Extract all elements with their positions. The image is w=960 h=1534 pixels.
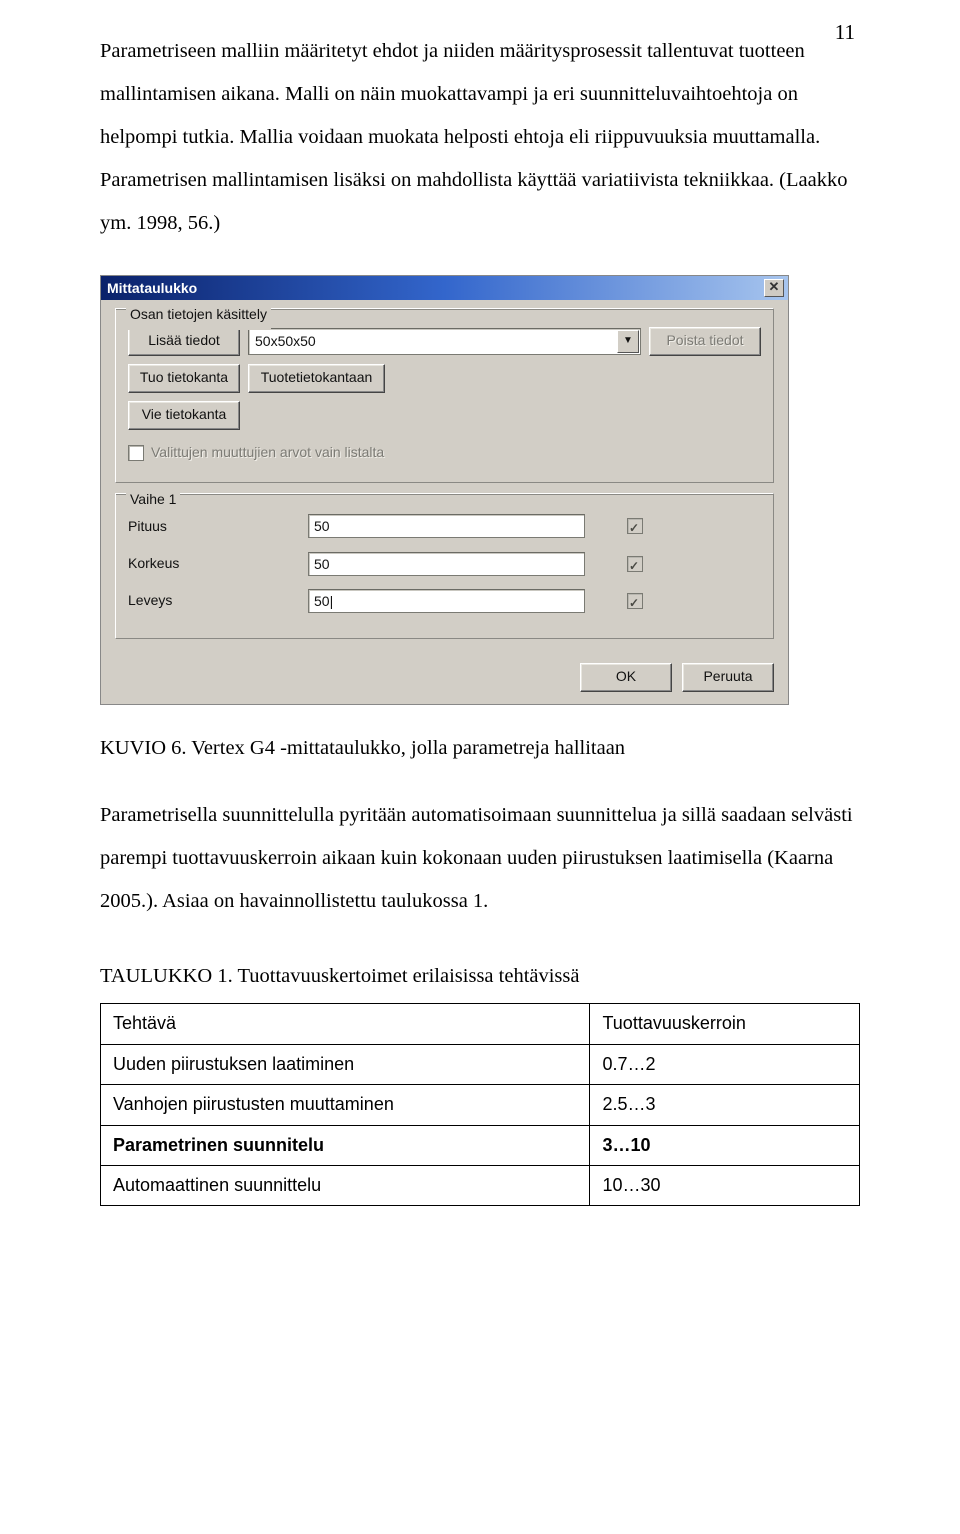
table-row: Vanhojen piirustusten muuttaminen 2.5…3: [101, 1085, 860, 1125]
product-db-button[interactable]: Tuotetietokantaan: [248, 364, 385, 393]
export-db-button[interactable]: Vie tietokanta: [128, 401, 240, 430]
table-cell-value: 3…10: [590, 1125, 860, 1165]
window-title: Mittataulukko: [107, 274, 764, 303]
body-paragraph-1: Parametriseen malliin määritetyt ehdot j…: [100, 30, 860, 245]
height-label: Korkeus: [128, 549, 308, 578]
height-lock-checkbox: [627, 556, 643, 572]
chevron-down-icon[interactable]: ▼: [617, 330, 639, 353]
table-cell-label: Automaattinen suunnittelu: [101, 1166, 590, 1206]
cancel-button[interactable]: Peruuta: [682, 663, 774, 692]
list-only-checkbox[interactable]: [128, 445, 144, 461]
table-row: Automaattinen suunnittelu 10…30: [101, 1166, 860, 1206]
group-legend-1: Osan tietojen käsittely: [126, 300, 271, 329]
group-phase-1: Vaihe 1 Pituus 50 Korkeus 50 Leveys 50|: [115, 493, 774, 639]
body-paragraph-2: Parametrisella suunnittelulla pyritään a…: [100, 794, 860, 923]
length-label: Pituus: [128, 512, 308, 541]
delete-info-button: Poista tiedot: [649, 327, 761, 356]
table-cell-label: Parametrinen suunnitelu: [101, 1125, 590, 1165]
size-combobox[interactable]: 50x50x50 ▼: [248, 328, 641, 355]
width-label: Leveys: [128, 586, 308, 615]
table-row: Uuden piirustuksen laatiminen 0.7…2: [101, 1044, 860, 1084]
table-cell-value: 10…30: [590, 1166, 860, 1206]
height-input[interactable]: 50: [308, 552, 585, 576]
table-row: Parametrinen suunnitelu 3…10: [101, 1125, 860, 1165]
size-combobox-value: 50x50x50: [249, 327, 616, 356]
add-info-button[interactable]: Lisää tiedot: [128, 327, 240, 356]
table-header-factor: Tuottavuuskerroin: [590, 1004, 860, 1044]
width-lock-checkbox: [627, 593, 643, 609]
group-legend-2: Vaihe 1: [126, 485, 180, 514]
list-only-checkbox-label: Valittujen muuttujien arvot vain listalt…: [151, 438, 384, 467]
table-cell-label: Vanhojen piirustusten muuttaminen: [101, 1085, 590, 1125]
figure-caption: KUVIO 6. Vertex G4 -mittataulukko, jolla…: [100, 733, 860, 764]
length-lock-checkbox: [627, 518, 643, 534]
group-part-data: Osan tietojen käsittely Lisää tiedot 50x…: [115, 308, 774, 482]
width-input[interactable]: 50|: [308, 589, 585, 613]
table-header-task: Tehtävä: [101, 1004, 590, 1044]
table-cell-value: 0.7…2: [590, 1044, 860, 1084]
dialog-window: Mittataulukko ✕ Osan tietojen käsittely …: [100, 275, 789, 705]
titlebar: Mittataulukko ✕: [101, 276, 788, 300]
table-heading: TAULUKKO 1. Tuottavuuskertoimet erilaisi…: [100, 961, 860, 992]
productivity-table: Tehtävä Tuottavuuskerroin Uuden piirustu…: [100, 1003, 860, 1206]
table-header-row: Tehtävä Tuottavuuskerroin: [101, 1004, 860, 1044]
page-number: 11: [835, 10, 855, 54]
ok-button[interactable]: OK: [580, 663, 672, 692]
close-icon[interactable]: ✕: [764, 279, 784, 297]
table-cell-label: Uuden piirustuksen laatiminen: [101, 1044, 590, 1084]
length-input[interactable]: 50: [308, 514, 585, 538]
import-db-button[interactable]: Tuo tietokanta: [128, 364, 240, 393]
table-cell-value: 2.5…3: [590, 1085, 860, 1125]
